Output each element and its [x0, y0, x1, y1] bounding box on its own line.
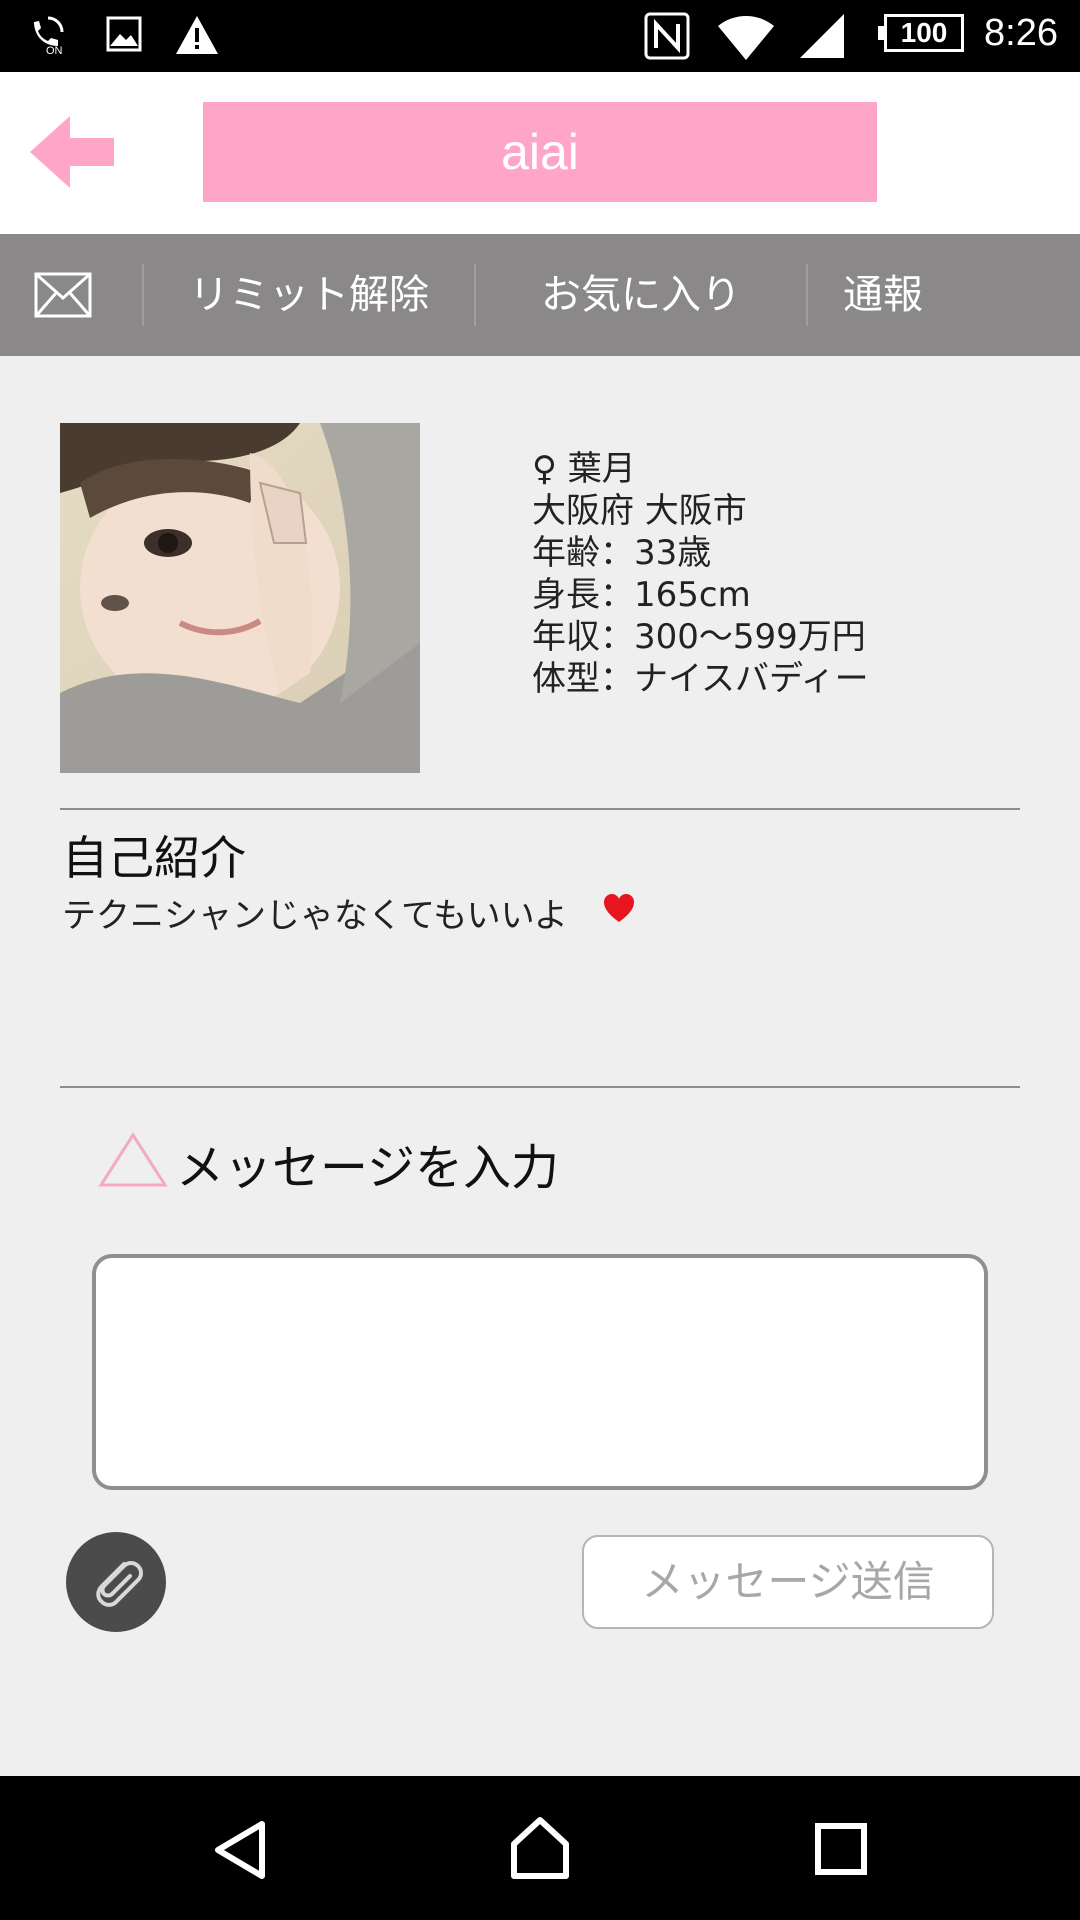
profile-info: ♀ 葉月 大阪府 大阪市 年齢：33歳 身長：165cm 年収：300〜599万… — [532, 448, 869, 700]
signal-icon — [800, 14, 844, 58]
profile-photo[interactable] — [60, 423, 420, 773]
profile-name: 葉月 — [567, 449, 636, 489]
message-input[interactable] — [92, 1254, 988, 1490]
profile-body-type: 体型：ナイスバディー — [532, 659, 869, 699]
profile-location: 大阪府 大阪市 — [532, 491, 747, 531]
profile-name-row: ♀ 葉月 — [532, 448, 869, 490]
divider — [60, 808, 1020, 810]
header: aiai — [0, 72, 1080, 236]
message-title: メッセージを入力 — [176, 1140, 560, 1196]
status-bar: ON 100 8:26 — [0, 0, 1080, 72]
mail-icon[interactable] — [34, 272, 92, 318]
nfc-icon — [644, 12, 690, 60]
call-on-icon: ON — [34, 16, 64, 54]
send-message-button[interactable]: メッセージ送信 — [582, 1535, 994, 1629]
back-arrow-icon[interactable] — [26, 112, 118, 192]
attach-button[interactable] — [66, 1532, 166, 1632]
clock: 8:26 — [984, 12, 1058, 54]
gender-symbol: ♀ — [532, 449, 557, 489]
intro-text: テクニシャンじゃなくてもいいよ — [62, 896, 568, 936]
home-icon[interactable] — [508, 1816, 572, 1880]
battery-icon: 100 — [878, 14, 964, 52]
paperclip-icon — [96, 1561, 143, 1607]
image-icon — [106, 16, 142, 52]
report-button[interactable]: 通報 — [808, 234, 958, 356]
intro-title: 自己紹介 — [62, 831, 246, 885]
divider — [60, 1086, 1020, 1088]
limit-release-button[interactable]: リミット解除 — [144, 234, 474, 356]
wifi-icon — [718, 15, 774, 60]
warning-icon — [176, 16, 218, 54]
navigation-bar — [0, 1776, 1080, 1920]
heart-icon — [604, 894, 634, 922]
action-bar: リミット解除 お気に入り 通報 — [0, 234, 1080, 356]
profile-height: 身長：165cm — [532, 575, 751, 615]
back-nav-icon[interactable] — [212, 1820, 268, 1880]
profile-income: 年収：300〜599万円 — [532, 617, 866, 657]
page-title: aiai — [203, 102, 877, 202]
profile-age: 年齢：33歳 — [532, 533, 712, 573]
recents-icon[interactable] — [814, 1822, 868, 1876]
favorite-button[interactable]: お気に入り — [476, 234, 806, 356]
screen: ON 100 8:26 aiai リミット解除 お気に入り 通報 ♀ 葉月 大阪… — [0, 0, 1080, 1920]
svg-text:ON: ON — [46, 45, 63, 54]
triangle-icon — [98, 1132, 168, 1187]
